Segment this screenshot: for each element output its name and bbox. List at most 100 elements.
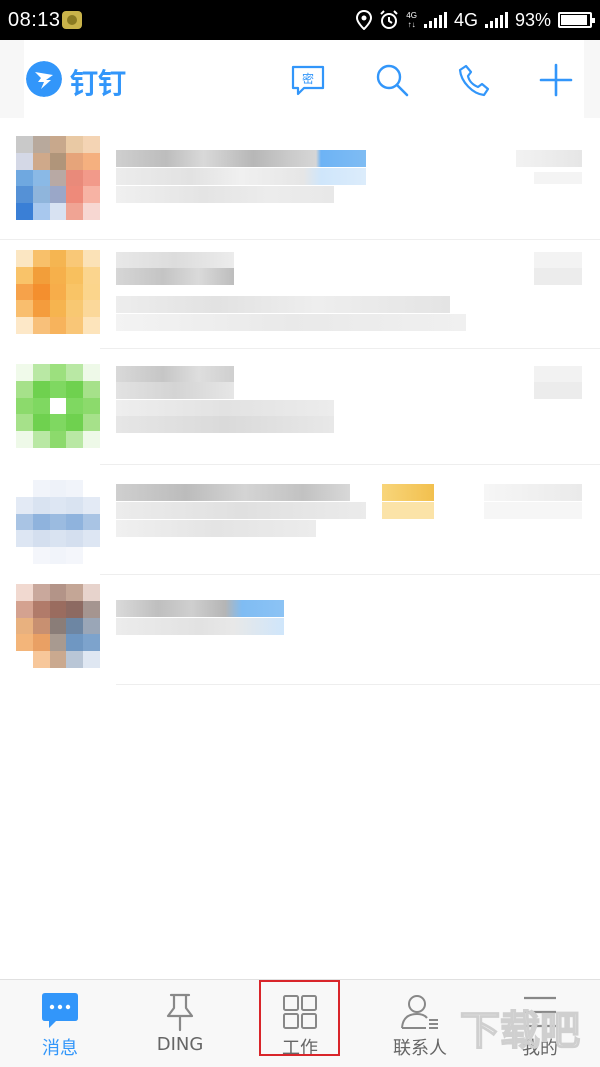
avatar-pixel — [16, 300, 33, 318]
avatar-pixel — [49, 530, 67, 548]
chat-preview-blur — [116, 400, 334, 417]
chat-divider — [100, 574, 600, 575]
avatar-pixel — [32, 203, 50, 220]
avatar-pixel — [32, 364, 50, 381]
avatar-pixel — [83, 634, 100, 652]
notification-app-icon — [62, 11, 82, 29]
avatar-pixel — [66, 651, 84, 668]
chat-item[interactable] — [0, 128, 600, 240]
avatar-pixel — [66, 250, 84, 267]
avatar-pixel — [49, 317, 67, 334]
chat-title-blur — [116, 600, 284, 617]
status-bar: 08:13 4G ↑↓ 4G 93% — [0, 0, 600, 40]
chat-preview-blur — [116, 618, 284, 635]
chat-title-blur-2 — [116, 382, 234, 399]
avatar-pixel — [49, 250, 67, 267]
avatar-pixel — [32, 600, 50, 618]
chat-meta-blur — [534, 382, 582, 399]
site-watermark: 下载吧 — [459, 1007, 581, 1055]
avatar-pixel — [83, 300, 100, 318]
avatar-pixel — [16, 530, 33, 548]
avatar-pixel — [32, 266, 50, 284]
chat-avatar — [16, 364, 100, 448]
avatar-pixel — [49, 651, 67, 668]
avatar-pixel — [83, 317, 100, 334]
chat-preview-blur-2 — [116, 416, 334, 433]
avatar-pixel — [16, 496, 33, 514]
secret-chat-icon[interactable]: 密 — [290, 62, 326, 98]
avatar-pixel — [66, 266, 84, 284]
chat-time-blur — [534, 366, 582, 383]
avatar-pixel — [66, 364, 84, 381]
chat-title-blur — [116, 366, 234, 383]
avatar-pixel — [16, 634, 33, 652]
phone-icon[interactable] — [456, 62, 492, 98]
avatar-pixel — [66, 397, 84, 415]
pin-icon — [166, 993, 194, 1032]
contacts-icon — [401, 995, 438, 1029]
avatar-pixel — [83, 480, 100, 497]
chat-item[interactable] — [0, 352, 600, 464]
avatar-pixel — [66, 634, 84, 652]
avatar-pixel — [49, 136, 67, 153]
avatar-pixel — [83, 530, 100, 548]
avatar-pixel — [83, 186, 100, 204]
avatar-pixel — [16, 651, 33, 668]
avatar-pixel — [49, 203, 67, 220]
avatar-pixel — [66, 513, 84, 531]
chat-meta-blur — [534, 172, 582, 184]
chat-tag-blur — [382, 484, 434, 501]
avatar-pixel — [66, 380, 84, 398]
status-indicators: 4G ↑↓ 4G 93% — [356, 8, 595, 32]
avatar-pixel — [66, 203, 84, 220]
battery-fill — [561, 15, 588, 25]
dingtalk-logo-icon — [26, 61, 62, 97]
chat-meta-blur — [484, 502, 582, 519]
avatar-pixel — [16, 397, 33, 415]
chat-item[interactable] — [0, 576, 600, 688]
avatar-pixel — [32, 317, 50, 334]
avatar-pixel — [16, 136, 33, 153]
avatar-pixel — [16, 250, 33, 267]
avatar-pixel — [32, 530, 50, 548]
avatar-pixel — [83, 600, 100, 618]
tab-messages[interactable]: 消息 — [0, 980, 120, 1067]
avatar-pixel — [16, 266, 33, 284]
avatar-pixel — [66, 186, 84, 204]
avatar-pixel — [32, 547, 50, 564]
network-type: 4G — [453, 9, 478, 30]
message-icon — [42, 993, 78, 1028]
avatar-pixel — [66, 283, 84, 301]
avatar-pixel — [49, 584, 67, 601]
avatar-pixel — [32, 283, 50, 301]
avatar-pixel — [32, 496, 50, 514]
add-icon[interactable] — [538, 62, 574, 98]
avatar-pixel — [83, 397, 100, 415]
avatar-pixel — [16, 584, 33, 601]
avatar-pixel — [49, 513, 67, 531]
tab-ding[interactable]: DING — [120, 980, 240, 1067]
avatar-pixel — [32, 250, 50, 267]
avatar-pixel — [83, 651, 100, 668]
avatar-pixel — [83, 136, 100, 153]
avatar-pixel — [16, 186, 33, 204]
avatar-pixel — [32, 414, 50, 432]
chat-item[interactable] — [0, 468, 600, 580]
chat-item[interactable] — [0, 240, 600, 352]
avatar-pixel — [49, 414, 67, 432]
avatar-pixel — [16, 380, 33, 398]
avatar-pixel — [32, 397, 50, 415]
avatar-pixel — [83, 431, 100, 448]
search-icon[interactable] — [374, 62, 410, 98]
avatar-pixel — [66, 584, 84, 601]
avatar-pixel — [16, 152, 33, 170]
avatar-pixel — [32, 152, 50, 170]
avatar-pixel — [83, 250, 100, 267]
avatar-pixel — [49, 300, 67, 318]
avatar-pixel — [32, 480, 50, 497]
alarm-icon — [380, 10, 398, 29]
avatar-pixel — [83, 617, 100, 635]
avatar-pixel — [83, 203, 100, 220]
avatar-pixel — [32, 634, 50, 652]
chat-time-blur — [484, 484, 582, 501]
